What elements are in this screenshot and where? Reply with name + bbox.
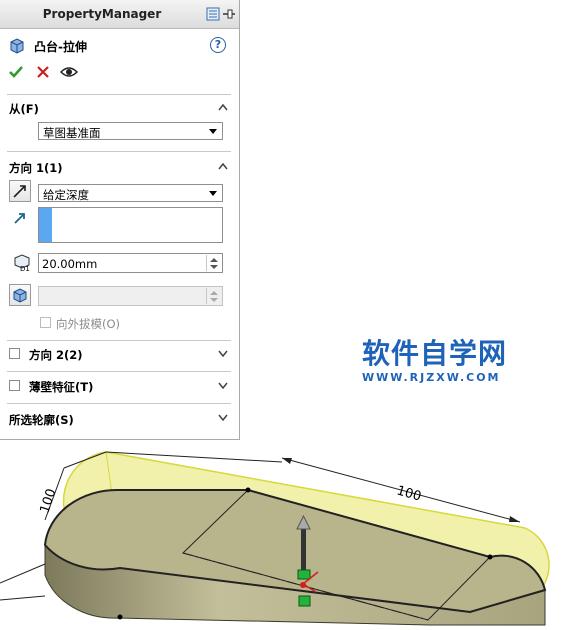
draft-angle-input xyxy=(38,286,223,306)
depth-value: 20.00mm xyxy=(42,257,98,271)
depth-input[interactable]: 20.00mm xyxy=(38,253,223,273)
draft-outward-label: 向外拔模(O) xyxy=(56,317,121,331)
property-manager-title: PropertyManager xyxy=(42,7,162,21)
separator xyxy=(7,371,231,372)
chevron-down-icon[interactable] xyxy=(218,414,228,422)
section-thin-feature-label[interactable]: 薄壁特征(T) xyxy=(29,379,93,395)
feature-name: 凸台-拉伸 xyxy=(34,40,87,54)
selection-focus-bar xyxy=(39,208,52,242)
help-icon[interactable]: ? xyxy=(210,37,226,53)
direction-vector-icon xyxy=(14,213,25,224)
section-direction1-label[interactable]: 方向 1(1) xyxy=(9,160,63,176)
ok-check-icon[interactable] xyxy=(8,64,24,80)
section-direction2-label[interactable]: 方向 2(2) xyxy=(29,347,83,363)
chevron-up-icon[interactable] xyxy=(218,103,228,111)
chevron-down-icon[interactable] xyxy=(218,382,228,390)
end-condition-select[interactable]: 给定深度 xyxy=(38,184,223,202)
svg-text:D1: D1 xyxy=(20,265,30,272)
thin-feature-checkbox[interactable] xyxy=(9,380,20,391)
dropdown-arrow-icon xyxy=(209,129,217,134)
chevron-up-icon[interactable] xyxy=(218,162,228,170)
direction-selection-box[interactable] xyxy=(38,207,223,243)
separator xyxy=(7,403,231,404)
end-condition-value: 给定深度 xyxy=(43,188,89,202)
from-select[interactable]: 草图基准面 xyxy=(38,122,223,140)
property-manager-titlebar: PropertyManager xyxy=(0,0,239,29)
watermark-sub: WWW.RJZXW.COM xyxy=(362,371,501,384)
separator xyxy=(7,151,231,152)
section-selected-contours-label[interactable]: 所选轮廓(S) xyxy=(9,412,74,428)
draft-icon xyxy=(13,288,27,303)
depth-spinner[interactable] xyxy=(206,255,221,271)
watermark: 软件自学网 WWW.RJZXW.COM xyxy=(362,332,507,384)
draft-outward-checkbox xyxy=(40,317,51,328)
chevron-down-icon[interactable] xyxy=(218,350,228,358)
panel-collapse-icon[interactable] xyxy=(206,7,220,21)
watermark-main: 软件自学网 xyxy=(362,337,508,370)
draft-toggle-button[interactable] xyxy=(9,284,31,306)
separator xyxy=(7,340,231,341)
pin-icon[interactable] xyxy=(222,7,236,21)
separator xyxy=(7,94,231,95)
direction2-checkbox[interactable] xyxy=(9,348,20,359)
reverse-direction-button[interactable] xyxy=(9,180,31,202)
dimension-width-text[interactable]: 100 xyxy=(38,487,60,515)
cancel-x-icon[interactable] xyxy=(36,65,50,79)
from-select-value: 草图基准面 xyxy=(43,126,101,140)
dropdown-arrow-icon xyxy=(209,191,217,196)
dimension-length-text[interactable]: 100 xyxy=(395,483,423,504)
boss-extrude-icon xyxy=(10,38,24,54)
draft-angle-spinner xyxy=(206,288,221,304)
preview-eye-icon[interactable] xyxy=(60,64,78,80)
reverse-direction-icon xyxy=(13,185,26,198)
section-from-label[interactable]: 从(F) xyxy=(9,101,39,117)
depth-dimension-icon: D1 xyxy=(14,254,30,272)
property-manager-panel: PropertyManager 凸台-拉伸 ? 从(F) 草图基准面 方向 1(… xyxy=(0,0,240,440)
